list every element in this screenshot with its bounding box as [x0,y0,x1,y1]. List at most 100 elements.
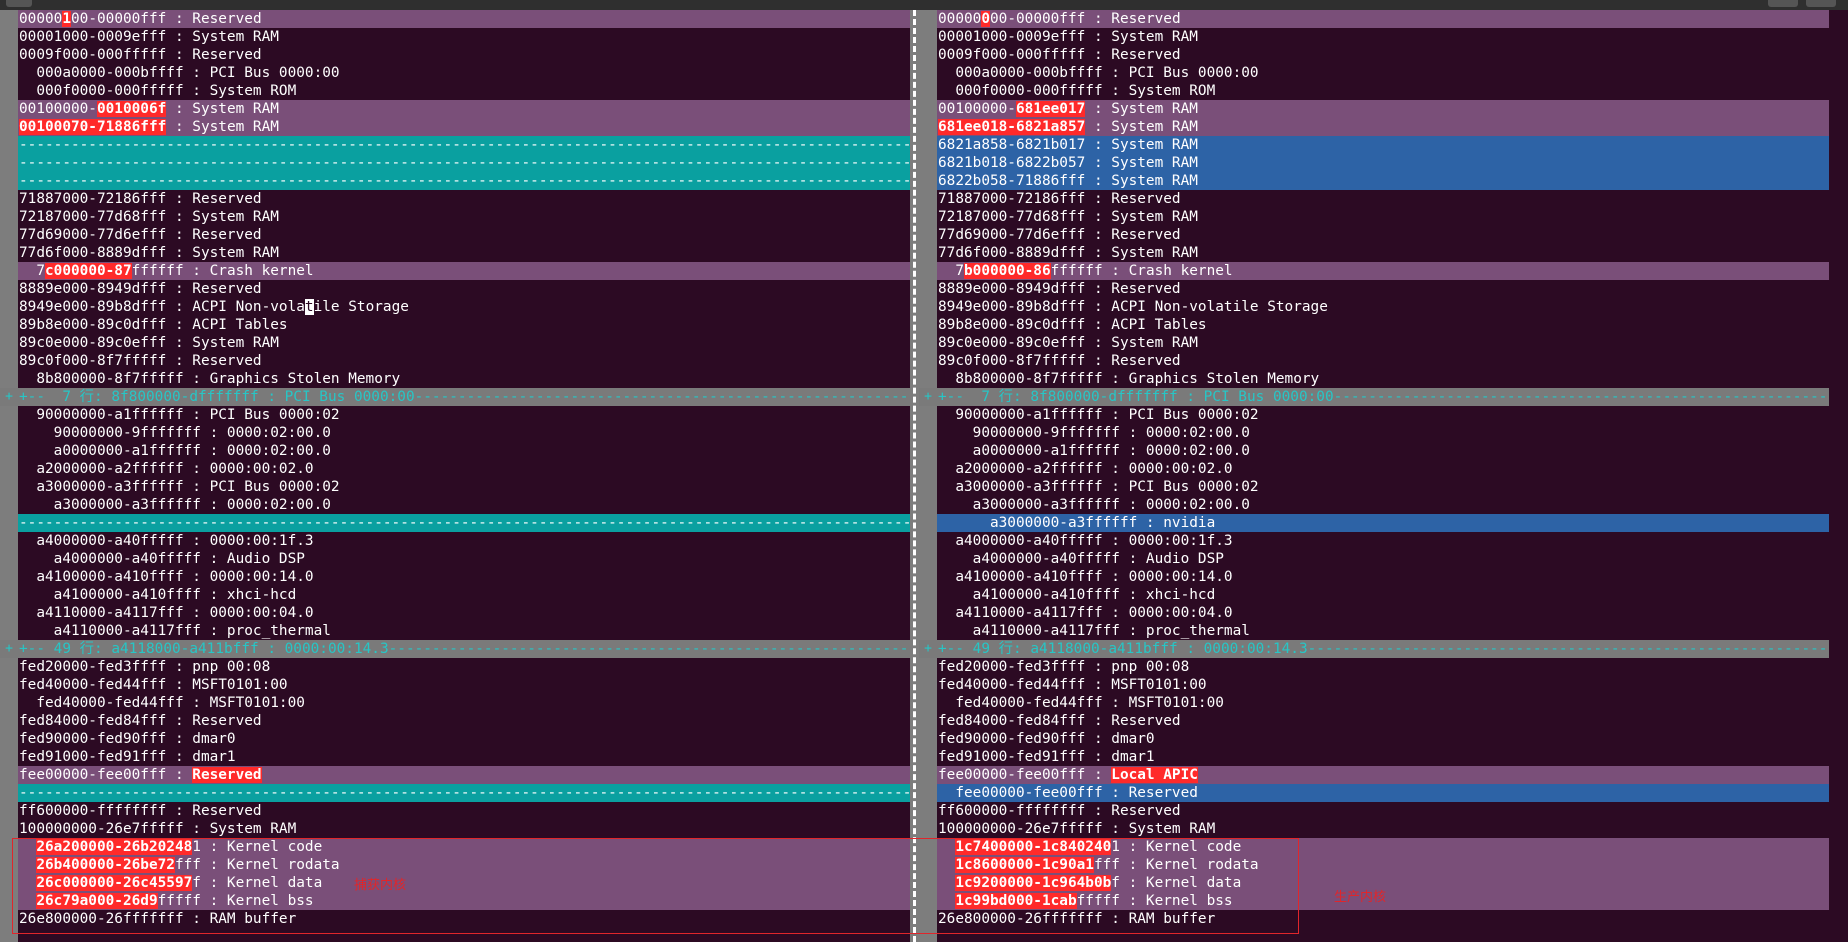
text-segment: 77d69000-77d6efff : Reserved [19,227,262,243]
code-line: fed40000-fed44fff : MSFT0101:00 [919,676,1829,694]
window-minimize-button[interactable] [1768,0,1798,7]
fold-line[interactable]: + +-- 49 行: a4118000-a411bfff : 0000:00:1… [0,640,910,658]
line-text: 7c000000-87ffffff : Crash kernel [18,262,910,280]
text-segment: 8889e000-8949dfff : Reserved [19,281,262,297]
text-segment: 00-00000fff : Reserved [990,11,1181,27]
gutter-cell [0,82,18,100]
code-line: 77d6f000-8889dfff : System RAM [919,244,1829,262]
gutter-cell [0,10,18,28]
gutter-cell [919,658,937,676]
diff-highlight: 26a200000-26b20248 [36,839,193,855]
text-segment: fed90000-fed90fff : dmar0 [19,731,236,747]
line-text: a4000000-a40fffff : Audio DSP [18,550,910,568]
code-line: 00100000-0010006f : System RAM [0,100,910,118]
fold-line[interactable]: + +-- 7 行: 8f800000-dfffffff : PCI Bus 00… [919,388,1829,406]
text-segment: fee00000-fee00fff : [19,767,193,783]
code-line: 00001000-0009efff : System RAM [919,28,1829,46]
text-segment: fed84000-fed84fff : Reserved [19,713,262,729]
line-text: a4100000-a410ffff : 0000:00:14.0 [937,568,1829,586]
text-segment: fee00000-fee00fff : Reserved [938,785,1198,801]
line-text: a4110000-a4117fff : proc_thermal [18,622,910,640]
line-text: 000a0000-000bffff : PCI Bus 0000:00 [18,64,910,82]
gutter-cell [919,226,937,244]
gutter-cell [0,478,18,496]
gutter-cell [0,856,18,874]
code-line: a4100000-a410ffff : 0000:00:14.0 [0,568,910,586]
code-line: 6821b018-6822b057 : System RAM [919,154,1829,172]
code-line: 8949e000-89b8dfff : ACPI Non-volatile St… [0,298,910,316]
line-text: 26e800000-26fffffff : RAM buffer [18,910,910,928]
code-line: 7b000000-86ffffff : Crash kernel [919,262,1829,280]
pane-splitter[interactable] [910,10,919,942]
window-close-button[interactable] [1806,0,1836,7]
terminal-window: 000001 00-00000fff : Reserved 00001000-000… [0,0,1848,942]
code-line: 72187000-77d68fff : System RAM [0,208,910,226]
code-line: fed91000-fed91fff : dmar1 [919,748,1829,766]
diff-highlight: 00100070-71886fff [19,119,167,135]
code-line: 0009f000-000fffff : Reserved [0,46,910,64]
gutter-cell [0,694,18,712]
code-line: a4000000-a40fffff : Audio DSP [919,550,1829,568]
text-segment: ----------------------------------------… [19,515,910,531]
gutter-cell [919,334,937,352]
gutter-cell [919,46,937,64]
line-text: 90000000-a1ffffff : PCI Bus 0000:02 [937,406,1829,424]
line-text: 26b400000-26be72fff : Kernel rodata [18,856,910,874]
text-segment: : System RAM [1085,119,1198,135]
text-segment: f : Kernel data [192,875,323,891]
code-line: 89c0f000-8f7fffff : Reserved [919,352,1829,370]
line-text: 89c0e000-89c0efff : System RAM [937,334,1829,352]
diff-highlight: 1 [62,11,71,27]
code-line: a2000000-a2ffffff : 0000:00:02.0 [919,460,1829,478]
gutter-cell: + [919,388,937,406]
gutter-cell [919,406,937,424]
diff-pane-right[interactable]: 00000000-00000fff : Reserved 00001000-000… [919,10,1829,942]
gutter-cell [0,748,18,766]
gutter-cell [919,820,937,838]
fold-line[interactable]: + +-- 49 行: a4118000-a411bfff : 0000:00:1… [919,640,1829,658]
text-segment: a2000000-a2ffffff : 0000:00:02.0 [938,461,1233,477]
line-text: 1c8600000-1c90a1fff : Kernel rodata [937,856,1829,874]
line-text: 00100000-0010006f : System RAM [18,100,910,118]
code-line: 90000000-9fffffff : 0000:02:00.0 [919,424,1829,442]
code-line: a4000000-a40fffff : 0000:00:1f.3 [0,532,910,550]
text-segment: f : Kernel data [1111,875,1242,891]
gutter-cell [919,676,937,694]
code-line: 6822b058-71886fff : System RAM [919,172,1829,190]
line-text: a3000000-a3ffffff : PCI Bus 0000:02 [18,478,910,496]
text-segment: 8949e000-89b8dfff : ACPI Non-vola [19,299,305,315]
gutter-cell [0,766,18,784]
window-menu-button[interactable] [6,0,32,7]
text-segment: fed40000-fed44fff : MSFT0101:00 [938,677,1207,693]
line-text: 0009f000-000fffff : Reserved [937,46,1829,64]
gutter-cell: + [0,640,18,658]
line-text: 8949e000-89b8dfff : ACPI Non-volatile St… [937,298,1829,316]
gutter-cell [919,10,937,28]
line-text: 90000000-a1ffffff : PCI Bus 0000:02 [18,406,910,424]
line-text: fee00000-fee00fff : Local APIC [937,766,1829,784]
gutter-cell [919,694,937,712]
gutter-cell [0,676,18,694]
text-segment: ffffff : Crash kernel [1050,263,1233,279]
text-segment: +-- 7 行: 8f800000-dfffffff : PCI Bus 000… [19,389,910,405]
text-segment [19,893,36,909]
text-segment: 00000 [19,11,63,27]
text-segment: fed90000-fed90fff : dmar0 [938,731,1155,747]
line-text: fed20000-fed3ffff : pnp 00:08 [937,658,1829,676]
code-line: fed20000-fed3ffff : pnp 00:08 [0,658,910,676]
text-segment: 6821b018-6822b057 : System RAM [938,155,1198,171]
line-text: 77d69000-77d6efff : Reserved [937,226,1829,244]
text-segment: : System RAM [166,101,279,117]
line-text: ----------------------------------------… [18,172,910,190]
annotation-label-left: 捕获内核 [354,878,407,893]
line-text: 89b8e000-89c0dfff : ACPI Tables [18,316,910,334]
text-segment [938,893,955,909]
code-line: 90000000-9fffffff : 0000:02:00.0 [0,424,910,442]
text-segment: a4100000-a410ffff : xhci-hcd [938,587,1216,603]
text-segment: 71887000-72186fff : Reserved [19,191,262,207]
text-segment: 000f0000-000fffff : System ROM [938,83,1216,99]
text-segment: a2000000-a2ffffff : 0000:00:02.0 [19,461,314,477]
diff-pane-left[interactable]: 00000100-00000fff : Reserved 00001000-000… [0,10,910,942]
line-text: fed40000-fed44fff : MSFT0101:00 [18,694,910,712]
fold-line[interactable]: + +-- 7 行: 8f800000-dfffffff : PCI Bus 00… [0,388,910,406]
